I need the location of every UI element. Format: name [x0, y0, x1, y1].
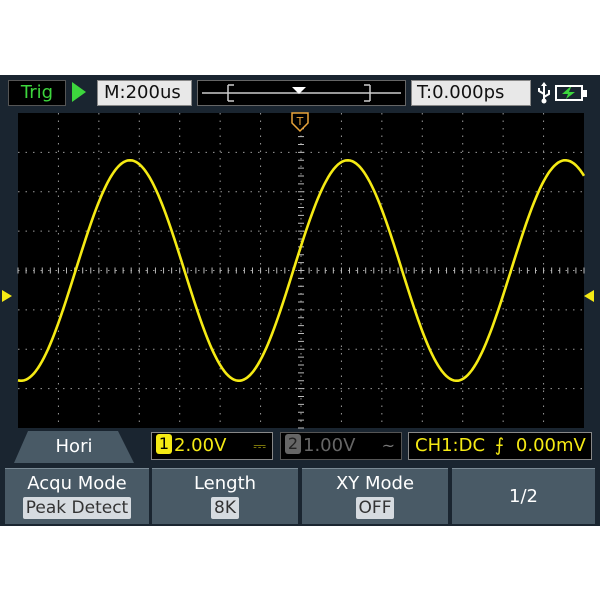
softkey-menu: Acqu Mode Peak Detect Length 8K XY Mode …	[0, 468, 600, 526]
menu-tab-hori[interactable]: Hori	[14, 431, 134, 463]
xy-mode-button[interactable]: XY Mode OFF	[302, 468, 448, 524]
menu-title: Acqu Mode	[27, 473, 127, 494]
ch2-scale: 1.00V	[303, 435, 356, 456]
dc-coupling-icon: ⎓	[253, 436, 266, 455]
battery-tip	[583, 90, 587, 97]
menu-title: XY Mode	[335, 473, 415, 494]
trigger-level-marker-icon[interactable]	[584, 290, 594, 302]
menu-title: Length	[193, 473, 257, 494]
top-status-bar: Trig M:200us T:0.000ps	[0, 75, 600, 111]
trigger-status: Trig	[8, 80, 66, 106]
ch2-scale-box[interactable]: 2 1.00V ~	[280, 432, 402, 460]
trigger-level: 0.00mV	[515, 435, 586, 456]
acqu-mode-button[interactable]: Acqu Mode Peak Detect	[5, 468, 149, 524]
menu-page-label: 1/2	[509, 486, 538, 507]
trigger-source: CH1:DC	[415, 435, 486, 456]
menu-value: Peak Detect	[22, 497, 132, 519]
battery-charging-icon	[555, 85, 583, 101]
page-button[interactable]: 1/2	[452, 468, 595, 524]
ch1-scale: 2.00V	[174, 435, 227, 456]
length-button[interactable]: Length 8K	[152, 468, 298, 524]
trigger-offset-readout[interactable]: T:0.000ps	[411, 80, 531, 106]
trigger-info-box[interactable]: CH1:DC ⨍ 0.00mV	[408, 432, 592, 460]
graticule: T	[2, 112, 594, 429]
memory-bracket-icon	[202, 84, 401, 102]
ac-coupling-icon: ~	[381, 436, 395, 455]
menu-value: 8K	[211, 497, 239, 519]
memory-position-bar[interactable]	[197, 80, 406, 106]
timebase-readout[interactable]: M:200us	[97, 80, 192, 106]
ch1-badge: 1	[156, 434, 172, 454]
rising-edge-icon: ⨍	[494, 435, 505, 456]
oscilloscope-display: Trig M:200us T:0.000ps T Hori 1 2.00V ⎓ …	[0, 75, 600, 526]
svg-text:T: T	[296, 115, 304, 128]
usb-icon	[535, 82, 553, 104]
menu-value: OFF	[355, 497, 395, 519]
run-arrow-icon	[72, 82, 86, 102]
ch2-badge: 2	[285, 434, 301, 454]
ch1-scale-box[interactable]: 1 2.00V ⎓	[151, 432, 273, 460]
tab-label: Hori	[55, 436, 93, 457]
ch1-ground-marker-icon[interactable]	[2, 290, 12, 302]
